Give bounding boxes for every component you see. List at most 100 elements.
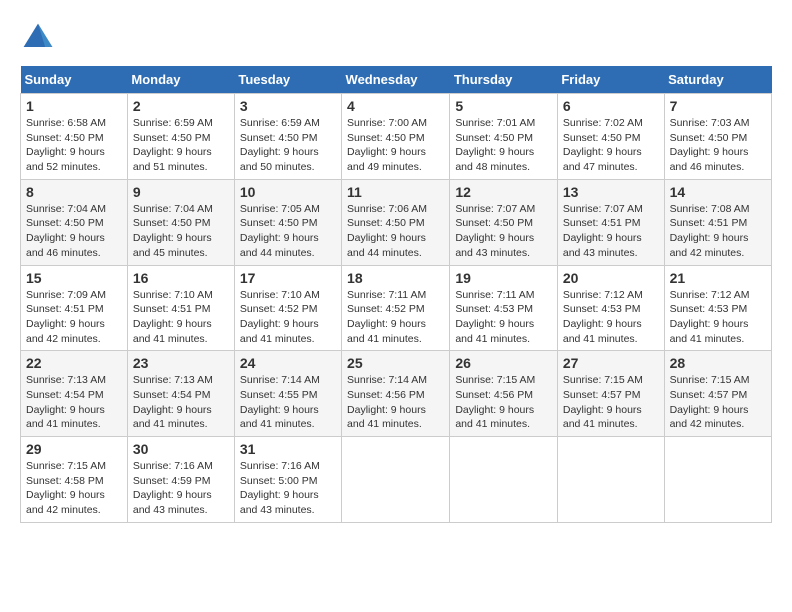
day-info: Sunrise: 7:14 AMSunset: 4:56 PMDaylight:… xyxy=(347,373,444,432)
day-info: Sunrise: 7:07 AMSunset: 4:50 PMDaylight:… xyxy=(455,202,552,261)
day-number: 25 xyxy=(347,355,444,371)
day-cell: 18 Sunrise: 7:11 AMSunset: 4:52 PMDaylig… xyxy=(342,265,450,351)
day-info: Sunrise: 6:59 AMSunset: 4:50 PMDaylight:… xyxy=(240,116,336,175)
day-number: 24 xyxy=(240,355,336,371)
day-info: Sunrise: 6:58 AMSunset: 4:50 PMDaylight:… xyxy=(26,116,122,175)
day-cell: 25 Sunrise: 7:14 AMSunset: 4:56 PMDaylig… xyxy=(342,351,450,437)
day-cell: 24 Sunrise: 7:14 AMSunset: 4:55 PMDaylig… xyxy=(234,351,341,437)
day-number: 23 xyxy=(133,355,229,371)
day-number: 17 xyxy=(240,270,336,286)
col-header-sunday: Sunday xyxy=(21,66,128,94)
col-header-wednesday: Wednesday xyxy=(342,66,450,94)
day-number: 30 xyxy=(133,441,229,457)
page-header xyxy=(20,20,772,56)
day-number: 2 xyxy=(133,98,229,114)
day-info: Sunrise: 7:12 AMSunset: 4:53 PMDaylight:… xyxy=(563,288,659,347)
day-number: 13 xyxy=(563,184,659,200)
day-info: Sunrise: 6:59 AMSunset: 4:50 PMDaylight:… xyxy=(133,116,229,175)
day-cell: 10 Sunrise: 7:05 AMSunset: 4:50 PMDaylig… xyxy=(234,179,341,265)
day-cell: 7 Sunrise: 7:03 AMSunset: 4:50 PMDayligh… xyxy=(664,94,771,180)
day-cell: 23 Sunrise: 7:13 AMSunset: 4:54 PMDaylig… xyxy=(127,351,234,437)
calendar-table: SundayMondayTuesdayWednesdayThursdayFrid… xyxy=(20,66,772,523)
col-header-friday: Friday xyxy=(557,66,664,94)
day-cell: 5 Sunrise: 7:01 AMSunset: 4:50 PMDayligh… xyxy=(450,94,558,180)
logo-icon xyxy=(20,20,56,56)
day-info: Sunrise: 7:10 AMSunset: 4:52 PMDaylight:… xyxy=(240,288,336,347)
day-number: 26 xyxy=(455,355,552,371)
day-cell: 30 Sunrise: 7:16 AMSunset: 4:59 PMDaylig… xyxy=(127,437,234,523)
day-info: Sunrise: 7:15 AMSunset: 4:58 PMDaylight:… xyxy=(26,459,122,518)
day-number: 10 xyxy=(240,184,336,200)
day-number: 1 xyxy=(26,98,122,114)
day-number: 21 xyxy=(670,270,766,286)
col-header-thursday: Thursday xyxy=(450,66,558,94)
day-info: Sunrise: 7:10 AMSunset: 4:51 PMDaylight:… xyxy=(133,288,229,347)
day-cell: 8 Sunrise: 7:04 AMSunset: 4:50 PMDayligh… xyxy=(21,179,128,265)
day-cell: 15 Sunrise: 7:09 AMSunset: 4:51 PMDaylig… xyxy=(21,265,128,351)
day-info: Sunrise: 7:08 AMSunset: 4:51 PMDaylight:… xyxy=(670,202,766,261)
day-cell xyxy=(664,437,771,523)
day-cell: 19 Sunrise: 7:11 AMSunset: 4:53 PMDaylig… xyxy=(450,265,558,351)
day-number: 27 xyxy=(563,355,659,371)
day-number: 3 xyxy=(240,98,336,114)
day-info: Sunrise: 7:04 AMSunset: 4:50 PMDaylight:… xyxy=(133,202,229,261)
day-info: Sunrise: 7:15 AMSunset: 4:57 PMDaylight:… xyxy=(670,373,766,432)
logo xyxy=(20,20,60,56)
day-number: 29 xyxy=(26,441,122,457)
day-info: Sunrise: 7:13 AMSunset: 4:54 PMDaylight:… xyxy=(26,373,122,432)
day-cell: 12 Sunrise: 7:07 AMSunset: 4:50 PMDaylig… xyxy=(450,179,558,265)
day-cell: 22 Sunrise: 7:13 AMSunset: 4:54 PMDaylig… xyxy=(21,351,128,437)
day-number: 14 xyxy=(670,184,766,200)
day-cell xyxy=(450,437,558,523)
day-info: Sunrise: 7:16 AMSunset: 5:00 PMDaylight:… xyxy=(240,459,336,518)
day-cell: 16 Sunrise: 7:10 AMSunset: 4:51 PMDaylig… xyxy=(127,265,234,351)
header-row: SundayMondayTuesdayWednesdayThursdayFrid… xyxy=(21,66,772,94)
day-cell: 1 Sunrise: 6:58 AMSunset: 4:50 PMDayligh… xyxy=(21,94,128,180)
day-cell: 13 Sunrise: 7:07 AMSunset: 4:51 PMDaylig… xyxy=(557,179,664,265)
day-number: 19 xyxy=(455,270,552,286)
day-cell: 9 Sunrise: 7:04 AMSunset: 4:50 PMDayligh… xyxy=(127,179,234,265)
day-cell: 17 Sunrise: 7:10 AMSunset: 4:52 PMDaylig… xyxy=(234,265,341,351)
day-info: Sunrise: 7:00 AMSunset: 4:50 PMDaylight:… xyxy=(347,116,444,175)
day-info: Sunrise: 7:01 AMSunset: 4:50 PMDaylight:… xyxy=(455,116,552,175)
col-header-tuesday: Tuesday xyxy=(234,66,341,94)
day-info: Sunrise: 7:05 AMSunset: 4:50 PMDaylight:… xyxy=(240,202,336,261)
day-cell xyxy=(342,437,450,523)
col-header-saturday: Saturday xyxy=(664,66,771,94)
day-info: Sunrise: 7:11 AMSunset: 4:53 PMDaylight:… xyxy=(455,288,552,347)
day-info: Sunrise: 7:07 AMSunset: 4:51 PMDaylight:… xyxy=(563,202,659,261)
day-number: 12 xyxy=(455,184,552,200)
day-cell: 6 Sunrise: 7:02 AMSunset: 4:50 PMDayligh… xyxy=(557,94,664,180)
day-number: 20 xyxy=(563,270,659,286)
day-cell: 21 Sunrise: 7:12 AMSunset: 4:53 PMDaylig… xyxy=(664,265,771,351)
day-number: 15 xyxy=(26,270,122,286)
day-cell xyxy=(557,437,664,523)
col-header-monday: Monday xyxy=(127,66,234,94)
day-cell: 31 Sunrise: 7:16 AMSunset: 5:00 PMDaylig… xyxy=(234,437,341,523)
day-cell: 28 Sunrise: 7:15 AMSunset: 4:57 PMDaylig… xyxy=(664,351,771,437)
day-info: Sunrise: 7:12 AMSunset: 4:53 PMDaylight:… xyxy=(670,288,766,347)
week-row-2: 8 Sunrise: 7:04 AMSunset: 4:50 PMDayligh… xyxy=(21,179,772,265)
day-info: Sunrise: 7:15 AMSunset: 4:57 PMDaylight:… xyxy=(563,373,659,432)
day-number: 4 xyxy=(347,98,444,114)
week-row-4: 22 Sunrise: 7:13 AMSunset: 4:54 PMDaylig… xyxy=(21,351,772,437)
day-cell: 27 Sunrise: 7:15 AMSunset: 4:57 PMDaylig… xyxy=(557,351,664,437)
day-info: Sunrise: 7:14 AMSunset: 4:55 PMDaylight:… xyxy=(240,373,336,432)
day-number: 9 xyxy=(133,184,229,200)
day-number: 8 xyxy=(26,184,122,200)
day-info: Sunrise: 7:06 AMSunset: 4:50 PMDaylight:… xyxy=(347,202,444,261)
day-number: 22 xyxy=(26,355,122,371)
day-number: 7 xyxy=(670,98,766,114)
week-row-1: 1 Sunrise: 6:58 AMSunset: 4:50 PMDayligh… xyxy=(21,94,772,180)
day-cell: 14 Sunrise: 7:08 AMSunset: 4:51 PMDaylig… xyxy=(664,179,771,265)
day-cell: 3 Sunrise: 6:59 AMSunset: 4:50 PMDayligh… xyxy=(234,94,341,180)
day-number: 16 xyxy=(133,270,229,286)
day-cell: 11 Sunrise: 7:06 AMSunset: 4:50 PMDaylig… xyxy=(342,179,450,265)
day-info: Sunrise: 7:13 AMSunset: 4:54 PMDaylight:… xyxy=(133,373,229,432)
day-cell: 4 Sunrise: 7:00 AMSunset: 4:50 PMDayligh… xyxy=(342,94,450,180)
day-cell: 2 Sunrise: 6:59 AMSunset: 4:50 PMDayligh… xyxy=(127,94,234,180)
day-cell: 29 Sunrise: 7:15 AMSunset: 4:58 PMDaylig… xyxy=(21,437,128,523)
day-cell: 20 Sunrise: 7:12 AMSunset: 4:53 PMDaylig… xyxy=(557,265,664,351)
day-cell: 26 Sunrise: 7:15 AMSunset: 4:56 PMDaylig… xyxy=(450,351,558,437)
day-info: Sunrise: 7:02 AMSunset: 4:50 PMDaylight:… xyxy=(563,116,659,175)
